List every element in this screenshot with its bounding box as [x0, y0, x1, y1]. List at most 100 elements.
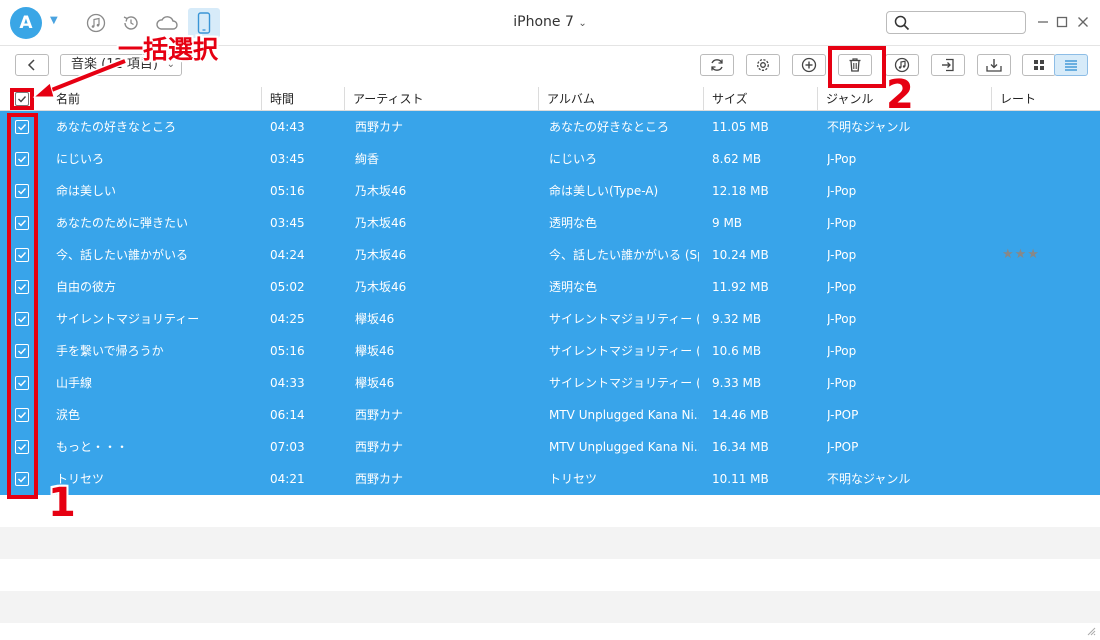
cell-artist: 乃木坂46: [355, 248, 407, 262]
cell-size: 9.33 MB: [712, 376, 762, 390]
annotation-box-delete: [828, 46, 886, 88]
settings-button[interactable]: [746, 54, 780, 76]
annotation-box-checkboxes: [7, 113, 38, 499]
import-button[interactable]: [931, 54, 965, 76]
cell-name: にじいろ: [56, 152, 105, 166]
table-row[interactable]: 手を繋いで帰ろうか 05:16 欅坂46 サイレントマジョリティー (Spec... 1…: [0, 335, 1100, 367]
cell-size: 9.32 MB: [712, 312, 762, 326]
table-row[interactable]: トリセツ 04:21 西野カナ トリセツ 10.11 MB 不明なジャンル: [0, 463, 1100, 495]
cell-name: 自由の彼方: [56, 280, 117, 294]
cell-size: 11.92 MB: [712, 280, 769, 294]
cell-artist: 乃木坂46: [355, 216, 407, 230]
cell-album: あなたの好きなところ: [549, 120, 670, 134]
app-logo-letter: A: [19, 13, 33, 33]
export-to-computer-icon: [986, 59, 1002, 72]
table-row[interactable]: あなたの好きなところ 04:43 西野カナ あなたの好きなところ 11.05 MB 不明な…: [0, 111, 1100, 143]
column-header-artist[interactable]: アーティスト: [344, 87, 537, 111]
cell-genre: J-Pop: [827, 184, 857, 198]
cell-album: MTV Unplugged Kana Ni...: [549, 440, 699, 454]
cell-genre: 不明なジャンル: [827, 472, 911, 486]
search-icon: [894, 15, 910, 35]
cell-name: 命は美しい: [56, 184, 117, 198]
cell-time: 07:03: [270, 440, 305, 454]
cell-time: 04:25: [270, 312, 305, 326]
table-row[interactable]: 自由の彼方 05:02 乃木坂46 透明な色 11.92 MB J-Pop: [0, 271, 1100, 303]
itunes-icon: [894, 57, 910, 73]
cell-artist: 西野カナ: [355, 408, 404, 422]
cell-size: 10.11 MB: [712, 472, 769, 486]
list-view-button[interactable]: [1054, 54, 1088, 76]
cell-time: 05:02: [270, 280, 305, 294]
column-header-size[interactable]: サイズ: [703, 87, 816, 111]
close-button[interactable]: [1075, 14, 1091, 30]
column-header-rate[interactable]: レート: [991, 87, 1100, 111]
table-row[interactable]: 山手線 04:33 欅坂46 サイレントマジョリティー (Spec... 9.33 MB…: [0, 367, 1100, 399]
add-button[interactable]: [792, 54, 826, 76]
table-row[interactable]: サイレントマジョリティー 04:25 欅坂46 サイレントマジョリティー (Spec.…: [0, 303, 1100, 335]
table-row[interactable]: 今、話したい誰かがいる 04:24 乃木坂46 今、話したい誰かがいる (Sp... 1…: [0, 239, 1100, 271]
cell-album: 今、話したい誰かがいる (Sp...: [549, 248, 699, 262]
annotation-select-all-label: 一括選択: [118, 35, 219, 64]
cell-name: 手を繋いで帰ろうか: [56, 344, 164, 358]
cell-size: 10.6 MB: [712, 344, 762, 358]
cell-album: 透明な色: [549, 280, 598, 294]
table-row[interactable]: もっと・・・ 07:03 西野カナ MTV Unplugged Kana Ni... 1…: [0, 431, 1100, 463]
cell-name: あなたの好きなところ: [56, 120, 177, 134]
resize-grip-icon[interactable]: [1086, 626, 1096, 636]
annotation-step-1: 1: [48, 480, 76, 526]
cell-album: 透明な色: [549, 216, 598, 230]
table-row[interactable]: 涙色 06:14 西野カナ MTV Unplugged Kana Ni... 14.46…: [0, 399, 1100, 431]
refresh-icon: [711, 59, 723, 71]
minimize-button[interactable]: [1035, 14, 1051, 30]
cell-name: トリセツ: [56, 472, 105, 486]
device-name[interactable]: iPhone 7: [513, 14, 574, 30]
cell-artist: 絢香: [355, 152, 380, 166]
empty-row: [0, 591, 1100, 623]
music-category-icon[interactable]: [84, 11, 108, 35]
cell-time: 04:33: [270, 376, 305, 390]
cell-album: サイレントマジョリティー (Spec...: [549, 376, 699, 390]
list-view-icon: [1065, 60, 1077, 71]
column-header-album[interactable]: アルバム: [538, 87, 702, 111]
table-row[interactable]: 命は美しい 05:16 乃木坂46 命は美しい(Type-A) 12.18 MB J-Po…: [0, 175, 1100, 207]
cell-time: 05:16: [270, 344, 305, 358]
table-row[interactable]: あなたのために弾きたい 03:45 乃木坂46 透明な色 9 MB J-Pop: [0, 207, 1100, 239]
search-input[interactable]: [915, 14, 1019, 31]
cell-album: サイレントマジョリティー (Spec...: [549, 312, 699, 326]
column-header-time[interactable]: 時間: [261, 87, 343, 111]
cell-time: 04:43: [270, 120, 305, 134]
app-menu-caret-icon[interactable]: ▼: [50, 15, 58, 26]
search-box[interactable]: [886, 11, 1026, 34]
cell-album: MTV Unplugged Kana Ni...: [549, 408, 699, 422]
empty-row: [0, 495, 1100, 527]
cell-genre: J-Pop: [827, 152, 857, 166]
chevron-down-icon[interactable]: ⌄: [578, 18, 586, 29]
cell-time: 06:14: [270, 408, 305, 422]
cell-time: 03:45: [270, 152, 305, 166]
cell-album: トリセツ: [549, 472, 598, 486]
cell-genre: J-Pop: [827, 216, 857, 230]
cell-size: 12.18 MB: [712, 184, 769, 198]
cell-artist: 西野カナ: [355, 120, 404, 134]
cell-genre: J-Pop: [827, 248, 857, 262]
cell-name: 涙色: [56, 408, 81, 422]
gear-icon: [757, 59, 769, 71]
maximize-button[interactable]: [1054, 14, 1070, 30]
cell-name: 山手線: [56, 376, 93, 390]
table-header: 名前 時間 アーティスト アルバム サイズ ジャンル レート: [0, 87, 1100, 111]
cell-artist: 西野カナ: [355, 440, 404, 454]
grid-view-button[interactable]: [1022, 54, 1056, 76]
refresh-button[interactable]: [700, 54, 734, 76]
annotation-step-2: 2: [886, 72, 914, 118]
cell-artist: 欅坂46: [355, 376, 395, 390]
cell-size: 9 MB: [712, 216, 743, 230]
cell-time: 03:45: [270, 216, 305, 230]
app-logo[interactable]: A: [10, 7, 42, 39]
export-button[interactable]: [977, 54, 1011, 76]
cell-artist: 欅坂46: [355, 312, 395, 326]
table-row[interactable]: にじいろ 03:45 絢香 にじいろ 8.62 MB J-Pop: [0, 143, 1100, 175]
cell-artist: 乃木坂46: [355, 280, 407, 294]
cell-artist: 西野カナ: [355, 472, 404, 486]
rating-stars[interactable]: ★★★: [1002, 239, 1040, 271]
cell-artist: 欅坂46: [355, 344, 395, 358]
